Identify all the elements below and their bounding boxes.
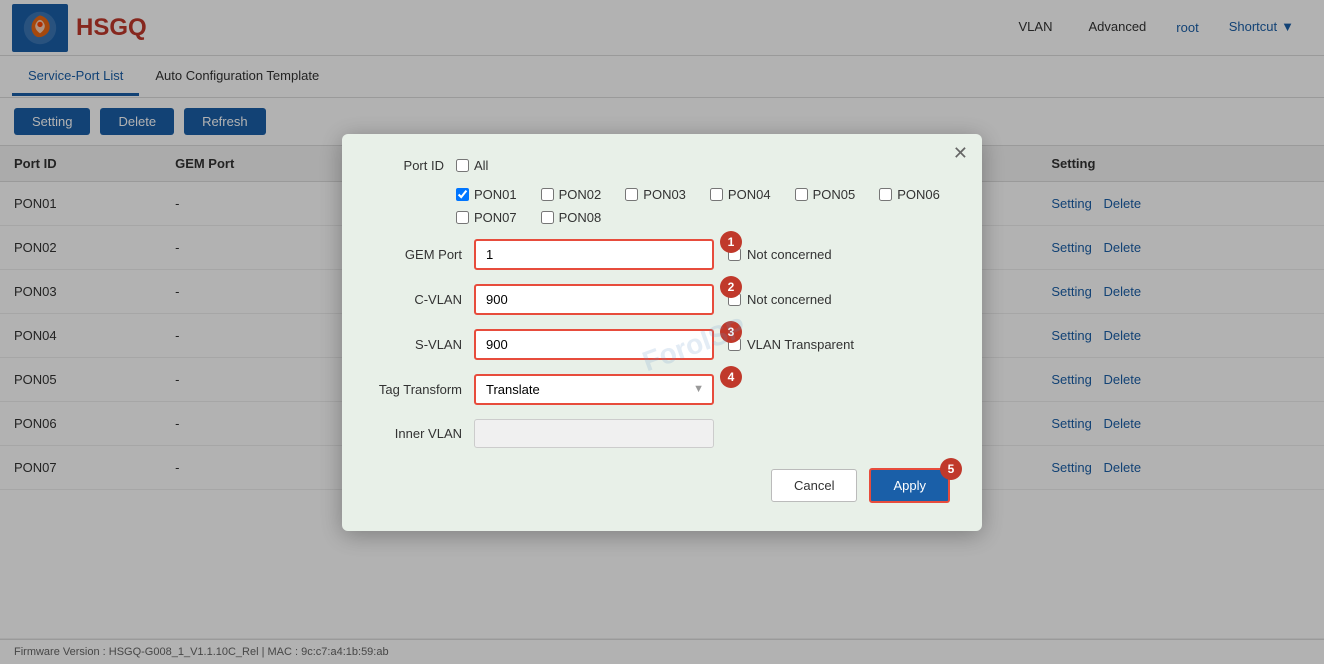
- pon08-checkbox[interactable]: [541, 211, 554, 224]
- tag-transform-row: Tag Transform Translate Add Remove Repla…: [374, 374, 950, 405]
- pon03-checkbox[interactable]: [625, 188, 638, 201]
- pon04-label: PON04: [728, 187, 771, 202]
- pon-checkbox-group: PON01 PON02 PON03 PON04 PON05 PON06: [456, 187, 950, 225]
- pon04-checkbox[interactable]: [710, 188, 723, 201]
- port-id-row: Port ID All: [374, 158, 950, 173]
- pon01-label: PON01: [474, 187, 517, 202]
- inner-vlan-label: Inner VLAN: [374, 426, 474, 441]
- modal-overlay: ForoISP ✕ Port ID All PON01 PON02 PON03: [0, 0, 1324, 664]
- modal-dialog: ForoISP ✕ Port ID All PON01 PON02 PON03: [342, 134, 982, 531]
- badge-4: 4: [720, 366, 742, 388]
- all-label: All: [474, 158, 488, 173]
- inner-vlan-input[interactable]: [474, 419, 714, 448]
- pon01-checkbox[interactable]: [456, 188, 469, 201]
- svlan-transparent-option: VLAN Transparent: [728, 337, 854, 352]
- gem-port-not-concerned-label: Not concerned: [747, 247, 832, 262]
- gem-port-input[interactable]: [474, 239, 714, 270]
- pon05-checkbox-item: PON05: [795, 187, 856, 202]
- cvlan-not-concerned-option: Not concerned: [728, 292, 832, 307]
- pon06-checkbox-item: PON06: [879, 187, 940, 202]
- all-checkbox[interactable]: [456, 159, 469, 172]
- badge-5: 5: [940, 458, 962, 480]
- modal-close-button[interactable]: ✕: [953, 144, 968, 162]
- gem-port-not-concerned-option: Not concerned: [728, 247, 832, 262]
- pon06-label: PON06: [897, 187, 940, 202]
- gem-port-row: GEM Port 1 Not concerned: [374, 239, 950, 270]
- pon05-label: PON05: [813, 187, 856, 202]
- cvlan-not-concerned-label: Not concerned: [747, 292, 832, 307]
- svlan-row: S-VLAN 3 VLAN Transparent: [374, 329, 950, 360]
- all-checkbox-item: All: [456, 158, 488, 173]
- apply-button[interactable]: Apply: [869, 468, 950, 503]
- pon02-checkbox[interactable]: [541, 188, 554, 201]
- badge-1: 1: [720, 231, 742, 253]
- tag-transform-select[interactable]: Translate Add Remove Replace: [474, 374, 714, 405]
- modal-footer: Cancel Apply 5: [374, 468, 950, 503]
- badge-2: 2: [720, 276, 742, 298]
- cvlan-input[interactable]: [474, 284, 714, 315]
- pon06-checkbox[interactable]: [879, 188, 892, 201]
- pon02-label: PON02: [559, 187, 602, 202]
- pon07-checkbox-item: PON07: [456, 210, 517, 225]
- cvlan-row: C-VLAN 2 Not concerned: [374, 284, 950, 315]
- pon05-checkbox[interactable]: [795, 188, 808, 201]
- pon07-label: PON07: [474, 210, 517, 225]
- pon08-checkbox-item: PON08: [541, 210, 602, 225]
- svlan-input[interactable]: [474, 329, 714, 360]
- cvlan-label: C-VLAN: [374, 292, 474, 307]
- cancel-button[interactable]: Cancel: [771, 469, 857, 502]
- pon07-checkbox[interactable]: [456, 211, 469, 224]
- pon03-checkbox-item: PON03: [625, 187, 686, 202]
- tag-transform-label: Tag Transform: [374, 382, 474, 397]
- pon02-checkbox-item: PON02: [541, 187, 602, 202]
- svlan-transparent-label: VLAN Transparent: [747, 337, 854, 352]
- pon08-label: PON08: [559, 210, 602, 225]
- gem-port-label: GEM Port: [374, 247, 474, 262]
- port-id-label: Port ID: [374, 158, 444, 173]
- inner-vlan-row: Inner VLAN: [374, 419, 950, 448]
- pon04-checkbox-item: PON04: [710, 187, 771, 202]
- badge-3: 3: [720, 321, 742, 343]
- svlan-label: S-VLAN: [374, 337, 474, 352]
- pon01-checkbox-item: PON01: [456, 187, 517, 202]
- pon03-label: PON03: [643, 187, 686, 202]
